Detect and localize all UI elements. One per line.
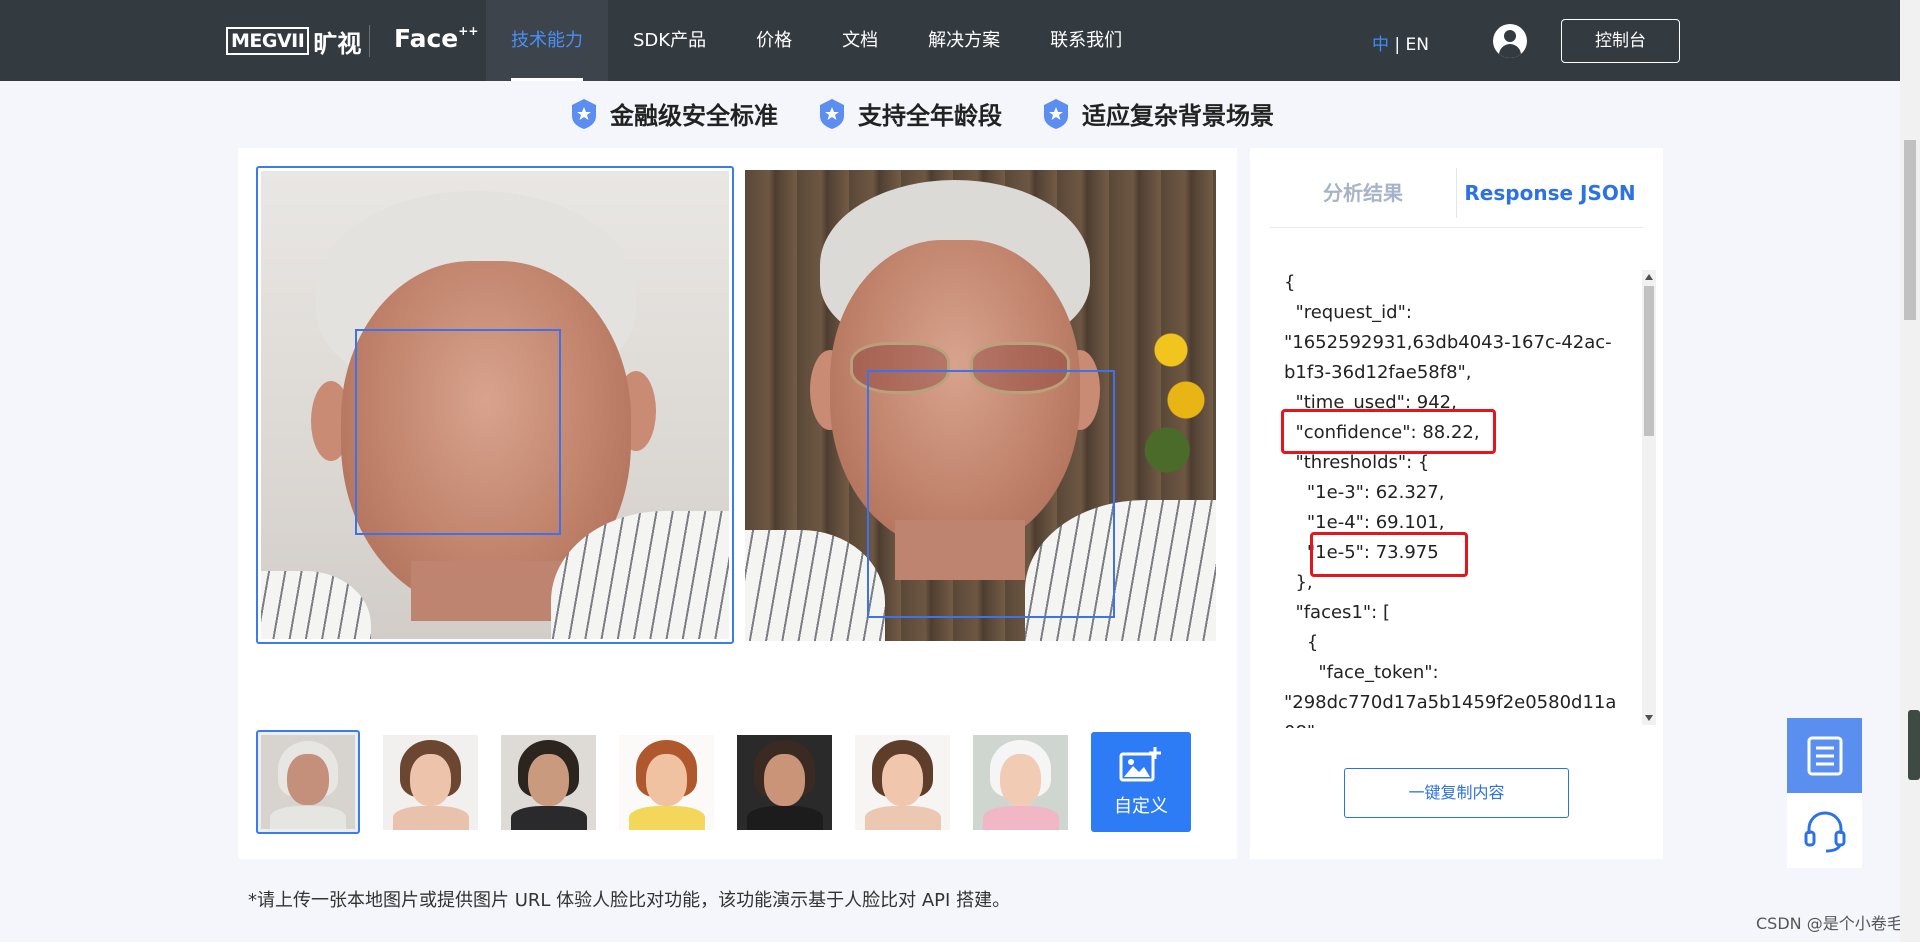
json-line: "faces1": [ [1284, 602, 1390, 623]
nav-item-contact[interactable]: 联系我们 [1025, 0, 1147, 81]
json-line: "1e-3": 62.327, [1284, 482, 1445, 503]
compare-photo-left[interactable] [256, 166, 734, 644]
feature-item: 适应复杂背景场景 [1042, 96, 1274, 131]
footnote-text: *请上传一张本地图片或提供图片 URL 体验人脸比对功能，该功能演示基于人脸比对… [248, 890, 1011, 911]
face-compare-panel: 自定义 [238, 148, 1237, 859]
megvii-logo[interactable]: MEGVII 旷视 [226, 26, 362, 58]
logo-brand: MEGVII [226, 27, 310, 55]
result-panel: 分析结果 Response JSON { "request_id": "1652… [1250, 148, 1663, 859]
nav-item-pricing[interactable]: 价格 [731, 0, 817, 81]
json-scrollbar[interactable] [1642, 270, 1656, 725]
nav-item-sdk[interactable]: SDK产品 [608, 0, 731, 81]
logo-divider [369, 25, 370, 57]
json-scroll-thumb[interactable] [1644, 286, 1654, 436]
scroll-down-arrow-icon[interactable] [1645, 715, 1653, 721]
feature-label: 适应复杂背景场景 [1082, 102, 1274, 130]
shield-star-icon [572, 98, 596, 129]
page-scrollbar[interactable] [1900, 0, 1920, 942]
thumbnail-woman-skincare[interactable] [855, 734, 950, 830]
faceplusplus-logo[interactable]: Face++ [394, 24, 478, 53]
headset-icon [1804, 810, 1845, 852]
json-line: b1f3-36d12fae58f8", [1284, 362, 1472, 383]
user-avatar-icon[interactable] [1493, 24, 1527, 58]
logo-product-sup: ++ [458, 24, 479, 38]
json-line: "1652592931,63db4043-167c-42ac- [1284, 332, 1612, 353]
scroll-up-arrow-icon[interactable] [1645, 274, 1653, 280]
lang-separator: | [1389, 35, 1406, 55]
face-detection-box [867, 370, 1115, 618]
thumbnail-girl-smile[interactable] [619, 734, 714, 830]
compare-photo-right[interactable] [745, 170, 1216, 641]
logo-product: Face [394, 24, 459, 53]
feature-label: 金融级安全标准 [610, 102, 778, 130]
console-button[interactable]: 控制台 [1561, 19, 1680, 63]
feature-list: 金融级安全标准 支持全年龄段 适应复杂背景场景 [570, 96, 1274, 131]
csdn-watermark: CSDN @是个小卷毛 [1756, 914, 1903, 933]
lang-en[interactable]: EN [1406, 35, 1429, 55]
nav-item-tech[interactable]: 技术能力 [486, 0, 608, 81]
feature-item: 支持全年龄段 [818, 96, 1002, 131]
tab-response-json[interactable]: Response JSON [1457, 158, 1643, 227]
floating-document-button[interactable] [1787, 718, 1862, 793]
shield-star-icon [820, 98, 844, 129]
json-line: "298dc770d17a5b1459f2e0580d11a [1284, 692, 1617, 713]
logo-cn: 旷视 [313, 29, 362, 58]
custom-upload-label: 自定义 [1114, 796, 1168, 817]
threshold-highlight-box [1310, 532, 1468, 577]
add-image-icon [1119, 747, 1161, 782]
confidence-highlight-box [1281, 409, 1496, 454]
face-detection-box [355, 329, 561, 535]
json-viewer[interactable]: { "request_id": "1652592931,63db4043-167… [1284, 268, 1624, 728]
thumbnail-woman-winter[interactable] [973, 734, 1068, 830]
page-scroll-thumb[interactable] [1904, 140, 1916, 320]
json-line: 08" [1284, 718, 1624, 728]
edge-widget [1908, 710, 1920, 780]
thumbnail-woman-curly[interactable] [737, 734, 832, 830]
json-line: { [1284, 272, 1296, 293]
custom-upload-button[interactable]: 自定义 [1091, 732, 1191, 832]
sample-thumbnails: 自定义 [256, 730, 1191, 834]
shield-star-icon [1044, 98, 1068, 129]
document-icon [1807, 736, 1842, 775]
json-line: "face_token": [1284, 662, 1439, 683]
thumbnail-elderly-man[interactable] [256, 730, 360, 834]
language-switch: 中 | EN [1372, 30, 1429, 55]
main-nav: 技术能力 SDK产品 价格 文档 解决方案 联系我们 [486, 0, 1147, 81]
nav-item-docs[interactable]: 文档 [817, 0, 903, 81]
floating-support-button[interactable] [1787, 793, 1862, 868]
copy-content-button[interactable]: 一键复制内容 [1344, 768, 1569, 818]
json-line: { [1284, 632, 1319, 653]
feature-label: 支持全年龄段 [858, 102, 1002, 130]
lang-zh[interactable]: 中 [1372, 35, 1389, 55]
thumbnail-man-beard[interactable] [501, 734, 596, 830]
top-navbar: MEGVII 旷视 Face++ 技术能力 SDK产品 价格 文档 解决方案 联… [0, 0, 1900, 81]
feature-item: 金融级安全标准 [570, 96, 778, 131]
thumbnail-woman-1[interactable] [383, 734, 478, 830]
result-tabs: 分析结果 Response JSON [1270, 158, 1643, 228]
tab-analysis-result[interactable]: 分析结果 [1270, 158, 1456, 227]
json-line: "request_id": [1284, 302, 1412, 323]
nav-item-solutions[interactable]: 解决方案 [903, 0, 1025, 81]
